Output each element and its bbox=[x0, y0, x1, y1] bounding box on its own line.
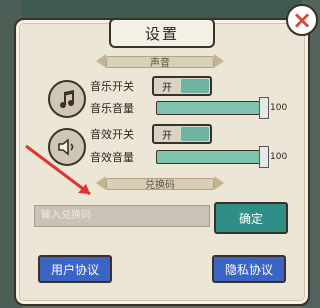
redeem-section-label: 兑换码 bbox=[145, 179, 175, 191]
music-volume-value: 100 bbox=[270, 103, 288, 113]
user-agreement-button[interactable]: 用户协议 bbox=[38, 255, 112, 283]
redeem-section-banner: 兑换码 bbox=[96, 176, 224, 191]
music-note-icon bbox=[60, 90, 75, 109]
page-title: 设置 bbox=[144, 24, 179, 43]
user-agreement-label: 用户协议 bbox=[50, 262, 99, 277]
banner-arrow-right bbox=[214, 54, 224, 68]
sfx-volume-slider[interactable] bbox=[156, 146, 269, 168]
sound-section-banner: 声音 bbox=[96, 54, 224, 69]
close-icon: × bbox=[291, 6, 313, 34]
music-toggle-text: 开 bbox=[162, 82, 172, 94]
music-volume-slider[interactable] bbox=[156, 97, 269, 119]
title-plate: 设置 bbox=[109, 18, 215, 48]
sound-section-label: 声音 bbox=[150, 57, 170, 69]
sfx-toggle-knob bbox=[181, 127, 209, 141]
banner-arrow-right bbox=[214, 176, 224, 190]
redeem-code-input[interactable]: 输入兑换码 bbox=[34, 205, 210, 227]
sfx-toggle-text: 开 bbox=[162, 130, 172, 142]
sfx-toggle[interactable]: 开 bbox=[152, 124, 212, 144]
confirm-button-label: 确定 bbox=[238, 211, 263, 226]
banner-arrow-left bbox=[96, 54, 106, 68]
close-button[interactable]: × bbox=[286, 4, 318, 36]
music-toggle[interactable]: 开 bbox=[152, 76, 212, 96]
music-volume-label: 音乐音量 bbox=[90, 102, 134, 115]
confirm-button[interactable]: 确定 bbox=[214, 202, 288, 234]
annotation-arrow-icon bbox=[25, 144, 91, 196]
sfx-volume-value: 100 bbox=[270, 152, 288, 162]
privacy-agreement-button[interactable]: 隐私协议 bbox=[212, 255, 286, 283]
music-icon-frame bbox=[48, 80, 86, 118]
music-volume-thumb[interactable] bbox=[259, 97, 269, 119]
privacy-agreement-label: 隐私协议 bbox=[224, 262, 273, 277]
sfx-volume-thumb[interactable] bbox=[259, 146, 269, 168]
music-toggle-knob bbox=[181, 79, 209, 93]
music-toggle-label: 音乐开关 bbox=[90, 80, 134, 93]
